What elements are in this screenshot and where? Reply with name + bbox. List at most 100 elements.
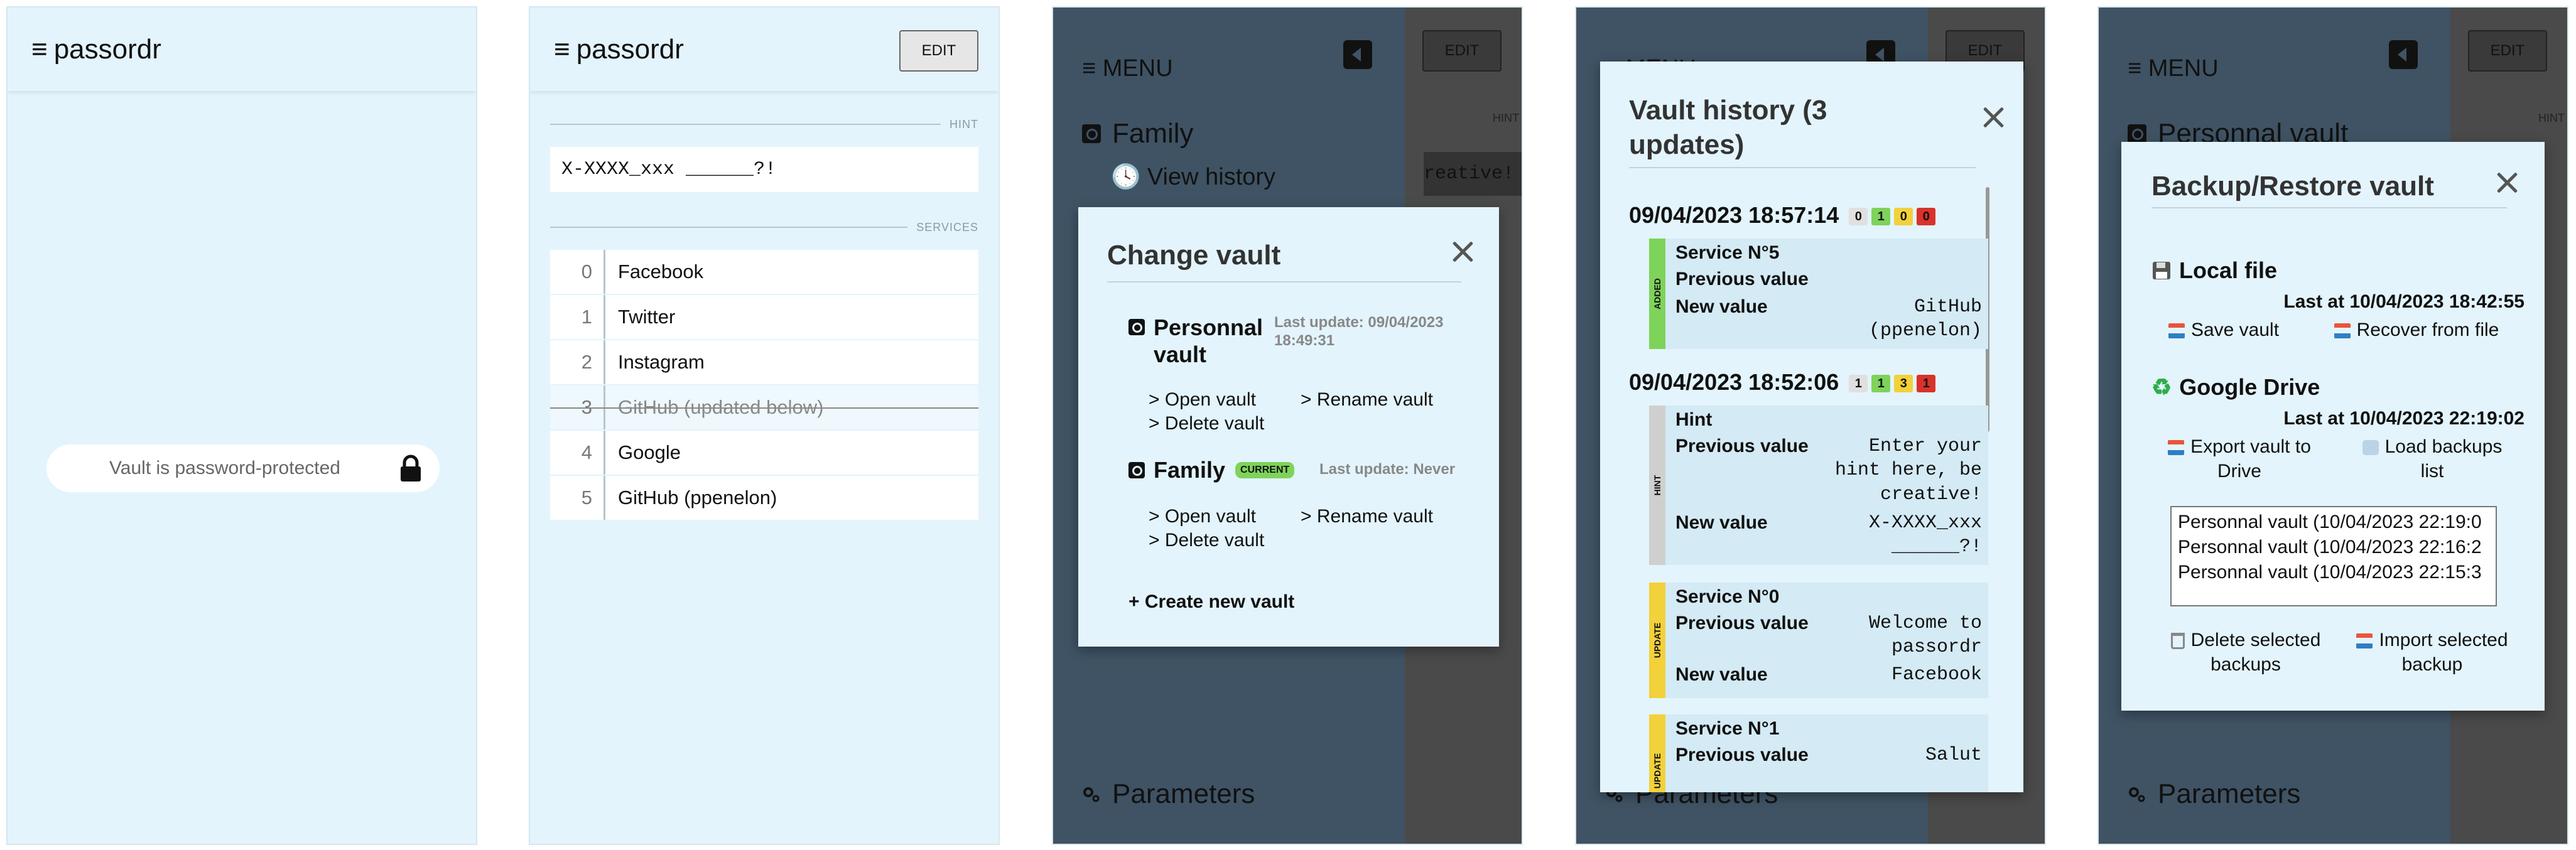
- parameters-link[interactable]: Parameters: [2128, 778, 2300, 810]
- app-bar: ≡ passordr EDIT: [530, 8, 998, 91]
- open-vault-link[interactable]: > Open vault: [1149, 506, 1256, 527]
- title-divider: [1107, 281, 1461, 282]
- recover-file-label: Recover from file: [2356, 320, 2499, 340]
- current-badge: CURRENT: [1235, 462, 1295, 478]
- backups-listbox[interactable]: Personnal vault (10/04/2023 22:19:0 Pers…: [2170, 506, 2497, 606]
- screen-locked: ≡ passordr Vault is password-protected: [6, 6, 477, 845]
- previous-label: Previous value: [1675, 745, 1809, 765]
- services-divider: SERVICES: [550, 221, 978, 234]
- change-tag: ADDED: [1649, 239, 1665, 349]
- modal-title: Change vault: [1107, 240, 1281, 271]
- edit-button[interactable]: EDIT: [1422, 30, 1502, 72]
- service-row[interactable]: 2 Instagram: [550, 340, 978, 384]
- service-row[interactable]: 4 Google: [550, 431, 978, 475]
- floppy-disk-icon: [2153, 262, 2170, 279]
- menu-title: MENU: [2148, 55, 2219, 82]
- load-backups-button[interactable]: Load backups list: [2341, 434, 2523, 483]
- edit-button[interactable]: EDIT: [899, 30, 978, 72]
- rename-vault-link[interactable]: > Rename vault: [1301, 506, 1433, 527]
- lock-icon[interactable]: [398, 455, 423, 482]
- backup-option[interactable]: Personnal vault (10/04/2023 22:16:2: [2172, 535, 2496, 560]
- hamburger-icon[interactable]: ≡: [31, 35, 48, 63]
- view-history-label: View history: [1147, 164, 1276, 190]
- service-row[interactable]: 1 Twitter: [550, 295, 978, 339]
- import-backup-button[interactable]: Import selected backup: [2341, 628, 2523, 677]
- app-title: passordr: [576, 33, 684, 65]
- service-index: 3: [550, 385, 605, 429]
- create-vault-link[interactable]: + Create new vault: [1128, 591, 1294, 613]
- recover-file-button[interactable]: Recover from file: [2310, 318, 2523, 342]
- edit-button[interactable]: EDIT: [2468, 30, 2547, 72]
- delete-vault-link[interactable]: > Delete vault: [1149, 413, 1264, 434]
- upload-tray-icon: [2168, 440, 2185, 456]
- delete-vault-link[interactable]: > Delete vault: [1149, 530, 1264, 551]
- title-line-2: updates): [1629, 129, 1745, 160]
- new-value: Facebook: [1891, 664, 1982, 686]
- service-index: 4: [550, 431, 605, 475]
- new-label: New value: [1675, 296, 1768, 317]
- delete-backups-button[interactable]: Delete selected backups: [2151, 628, 2340, 677]
- rename-vault-link[interactable]: > Rename vault: [1301, 389, 1433, 411]
- password-field[interactable]: Vault is password-protected: [46, 444, 440, 492]
- service-row-deprecated[interactable]: 3 GitHub (updated below): [550, 385, 978, 429]
- previous-value: Enter your hint here, be creative!: [1834, 436, 1982, 505]
- hamburger-icon[interactable]: ≡: [554, 35, 570, 63]
- google-drive-title: Google Drive: [2179, 374, 2320, 400]
- count-pill-removed: 1: [1917, 375, 1936, 393]
- export-label-1: Export vault to: [2190, 436, 2311, 457]
- screen-vault: ≡ passordr EDIT HINT X-XXXX_xxx ______?!…: [529, 6, 1000, 845]
- google-drive-heading: ♻ Google Drive: [2151, 374, 2320, 401]
- collapse-menu-button[interactable]: [2389, 40, 2418, 69]
- history-timestamp: 09/04/2023 18:52:06 1131: [1629, 369, 1936, 395]
- previous-label: Previous value: [1675, 613, 1809, 633]
- hamburger-icon[interactable]: ≡: [1082, 55, 1096, 82]
- vault-icon: [2128, 124, 2146, 143]
- view-history-link[interactable]: 🕓 View history: [1111, 163, 1275, 191]
- backup-option[interactable]: Personnal vault (10/04/2023 22:19:0: [2172, 510, 2496, 535]
- close-icon[interactable]: [1451, 240, 1474, 262]
- collapse-menu-button[interactable]: [1343, 40, 1372, 69]
- export-label-2: Drive: [2217, 461, 2261, 481]
- service-row[interactable]: 5 GitHub (ppenelon): [550, 476, 978, 520]
- service-label: Service N°1: [1675, 718, 1780, 739]
- services-section-label: SERVICES: [916, 220, 978, 234]
- screen-backup: ≡ MENU Personnal vault Parameters EDIT H…: [2097, 6, 2568, 845]
- hamburger-icon[interactable]: ≡: [2128, 55, 2141, 82]
- count-pill-removed: 0: [1917, 208, 1936, 226]
- service-name: Facebook: [618, 261, 704, 282]
- import-label-1: Import selected: [2379, 630, 2508, 650]
- clock-icon: 🕓: [1111, 164, 1141, 190]
- count-pill-update: 3: [1894, 375, 1913, 393]
- vault-title: Family: [1154, 457, 1226, 483]
- drive-last-backup: Last at 10/04/2023 22:19:02: [2283, 408, 2525, 429]
- save-vault-button[interactable]: Save vault: [2151, 318, 2296, 342]
- service-label: Service N°0: [1675, 586, 1780, 607]
- new-value: X-XXXX_xxx ______?!: [1868, 512, 1982, 558]
- close-icon[interactable]: [1982, 105, 2005, 128]
- vault-icon: [1082, 124, 1101, 143]
- refresh-icon: [2362, 440, 2379, 456]
- parameters-label: Parameters: [1112, 778, 1255, 809]
- hint-field[interactable]: X-XXXX_xxx ______?!: [550, 147, 978, 192]
- locked-message: Vault is password-protected: [109, 458, 340, 478]
- hint-section-label: HINT: [2538, 112, 2565, 124]
- title-divider: [2151, 207, 2507, 208]
- service-row[interactable]: 0 Facebook: [550, 250, 978, 294]
- hint-section-label: HINT: [1493, 112, 1519, 124]
- stage: ≡ passordr Vault is password-protected ≡…: [0, 0, 2576, 850]
- backup-modal: Backup/Restore vault Local file Last at …: [2121, 142, 2545, 711]
- current-vault[interactable]: Family: [1082, 118, 1194, 149]
- count-pill-added: 1: [1871, 375, 1891, 393]
- screen-change-vault: ≡ MENU Family 🕓 View history Parameters …: [1052, 6, 1523, 845]
- service-name: GitHub (ppenelon): [618, 487, 777, 508]
- title-line-1: Vault history (3: [1629, 95, 1827, 126]
- count-pill-update: 0: [1894, 208, 1913, 226]
- hint-field-dimmed: reative!: [1424, 152, 1522, 196]
- history-card: ADDED Service N°5 Previous value New val…: [1649, 239, 1988, 349]
- modal-title: Backup/Restore vault: [2151, 171, 2434, 202]
- close-icon[interactable]: [2496, 171, 2518, 193]
- backup-option[interactable]: Personnal vault (10/04/2023 22:15:3: [2172, 560, 2496, 585]
- open-vault-link[interactable]: > Open vault: [1149, 389, 1256, 411]
- export-drive-button[interactable]: Export vault to Drive: [2151, 434, 2327, 483]
- parameters-link[interactable]: Parameters: [1082, 778, 1255, 810]
